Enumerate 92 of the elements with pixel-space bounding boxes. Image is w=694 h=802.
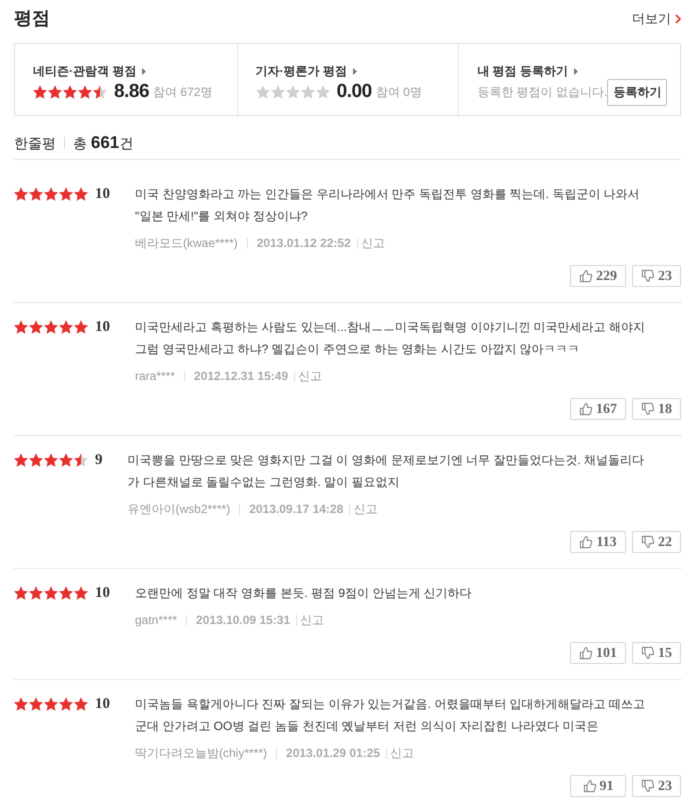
star-icon xyxy=(14,187,28,201)
star-icon xyxy=(59,586,73,600)
caret-icon xyxy=(574,68,578,74)
star-icon xyxy=(29,187,43,201)
dislike-button[interactable]: 22 xyxy=(632,531,681,553)
dislike-button[interactable]: 15 xyxy=(632,642,681,664)
comment-score: 10 xyxy=(95,318,110,337)
star-icon xyxy=(44,453,58,467)
register-button[interactable]: 등록하기 xyxy=(607,78,668,106)
section-subtitle: 한줄평 xyxy=(14,134,56,152)
caret-icon xyxy=(142,68,146,74)
rating-link[interactable]: 기자·평론가 평점 xyxy=(256,62,357,80)
more-link[interactable]: 더보기 xyxy=(632,10,681,28)
star-icon xyxy=(59,697,73,711)
comment-text: 미국뽕을 만땅으로 맞은 영화지만 그걸 이 영화에 문제로보기엔 너무 잘만들었다는것. 채널돌리다가 다른채널로 돌릴수없는 그런영화. 말이 필요없지 xyxy=(128,452,646,491)
star-icon xyxy=(44,320,58,334)
star-icon xyxy=(48,85,62,99)
average-score: 8.86 xyxy=(114,80,150,104)
thumbs-down-icon xyxy=(641,535,655,549)
dislike-button[interactable]: 23 xyxy=(632,265,681,287)
star-icon xyxy=(59,453,73,467)
thumbs-down-icon xyxy=(641,269,655,283)
star-icon xyxy=(256,85,270,99)
comment-score: 10 xyxy=(95,695,110,714)
star-icon xyxy=(286,85,300,99)
star-icon xyxy=(14,586,28,600)
star-icon xyxy=(74,697,88,711)
star-icon xyxy=(29,453,43,467)
star-icon xyxy=(29,320,43,334)
star-icon xyxy=(59,320,73,334)
author-name: gatn**** xyxy=(135,612,178,629)
star-icon xyxy=(44,187,58,201)
post-date: 2013.01.29 01:25 xyxy=(286,745,380,762)
thumbs-down-icon xyxy=(641,646,655,660)
star-icon xyxy=(300,85,315,99)
comment-text: 미국만세라고 혹평하는 사람도 있는데...참내ㅡㅡ미국독립혁명 이야기니낀 미국만세라고 해야지 그럼 영국만세라고 하냐? 멜깁슨이 주연으로 하는 영화는 시간도 아깝지 않아ㅋㅋㅋ xyxy=(135,319,646,358)
comment-text: 미국놈들 욕할게아니다 진짜 잘되는 이유가 있는거같음. 어렸을때부터 입대하게해달라고 떼쓰고 군대 안가려고 OO병 걸린 놈들 천진데 옜날부터 저런 의식이 자리잡힌 나라였다 미국은 xyxy=(135,696,646,735)
star-icon xyxy=(270,85,285,99)
dislike-button[interactable]: 18 xyxy=(632,398,681,420)
post-date: 2013.01.12 22:52 xyxy=(256,235,351,252)
star-icon xyxy=(33,85,47,99)
author-name: rara**** xyxy=(135,368,176,385)
thumbs-up-icon xyxy=(582,779,596,793)
chevron-icon xyxy=(675,14,681,24)
participant-count: 참여 0명 xyxy=(376,84,422,101)
star-icon xyxy=(74,187,88,201)
star-icon xyxy=(44,697,58,711)
comment-text: 미국 찬양영화라고 까는 인간들은 우리나라에서 만주 독립전투 영화를 찍는데. 독립군이 나와서 "일본 만세!"를 외쳐야 정상이냐? xyxy=(135,186,641,225)
thumbs-down-icon xyxy=(641,779,655,793)
star-icon xyxy=(74,320,88,334)
participant-count: 참여 672명 xyxy=(153,84,212,101)
thumbs-up-icon xyxy=(579,402,593,416)
star-icon xyxy=(14,453,28,467)
star-icon xyxy=(29,697,43,711)
no-rating-message: 등록한 평점이 없습니다. xyxy=(477,84,608,101)
author-name: 딱기다려오늘밤(chiy****) xyxy=(135,745,268,762)
star-icon xyxy=(44,586,58,600)
comment-score: 10 xyxy=(95,584,110,603)
comment-text: 오랜만에 정말 대작 영화를 본듯. 평점 9점이 안넘는게 신기하다 xyxy=(135,585,473,602)
like-button[interactable]: 167 xyxy=(570,398,626,420)
dislike-button[interactable]: 23 xyxy=(632,775,681,797)
star-icon xyxy=(316,85,330,99)
caret-icon xyxy=(353,68,357,74)
comment-score: 9 xyxy=(95,451,102,470)
star-icon xyxy=(63,85,77,99)
like-button[interactable]: 101 xyxy=(570,642,626,664)
rating-link[interactable]: 내 평점 등록하기 xyxy=(477,62,578,80)
average-score: 0.00 xyxy=(336,80,372,104)
like-button[interactable]: 91 xyxy=(570,775,626,797)
like-button[interactable]: 229 xyxy=(570,265,626,287)
star-icon xyxy=(74,586,88,600)
post-date: 2012.12.31 15:49 xyxy=(194,368,288,385)
thumbs-down-icon xyxy=(641,402,655,416)
star-icon xyxy=(29,586,43,600)
section-title: 평점 xyxy=(14,7,50,30)
thumbs-up-icon xyxy=(579,535,594,549)
comment-score: 10 xyxy=(95,185,110,204)
post-date: 2013.10.09 15:31 xyxy=(196,612,290,629)
star-icon xyxy=(93,85,107,99)
star-icon xyxy=(14,697,28,711)
like-button[interactable]: 113 xyxy=(570,531,626,553)
author-name: 유엔아이(wsb2****) xyxy=(128,501,230,518)
comment-total: 총 661건 xyxy=(73,132,134,154)
thumbs-up-icon xyxy=(579,646,593,660)
thumbs-up-icon xyxy=(579,269,593,283)
star-icon xyxy=(59,187,73,201)
author-name: 베라모드(kwae****) xyxy=(135,235,238,252)
star-icon xyxy=(74,453,88,467)
star-icon xyxy=(14,320,28,334)
star-icon xyxy=(78,85,92,99)
rating-link[interactable]: 네티즌·관람객 평점 xyxy=(33,62,146,80)
post-date: 2013.09.17 14:28 xyxy=(249,501,344,518)
